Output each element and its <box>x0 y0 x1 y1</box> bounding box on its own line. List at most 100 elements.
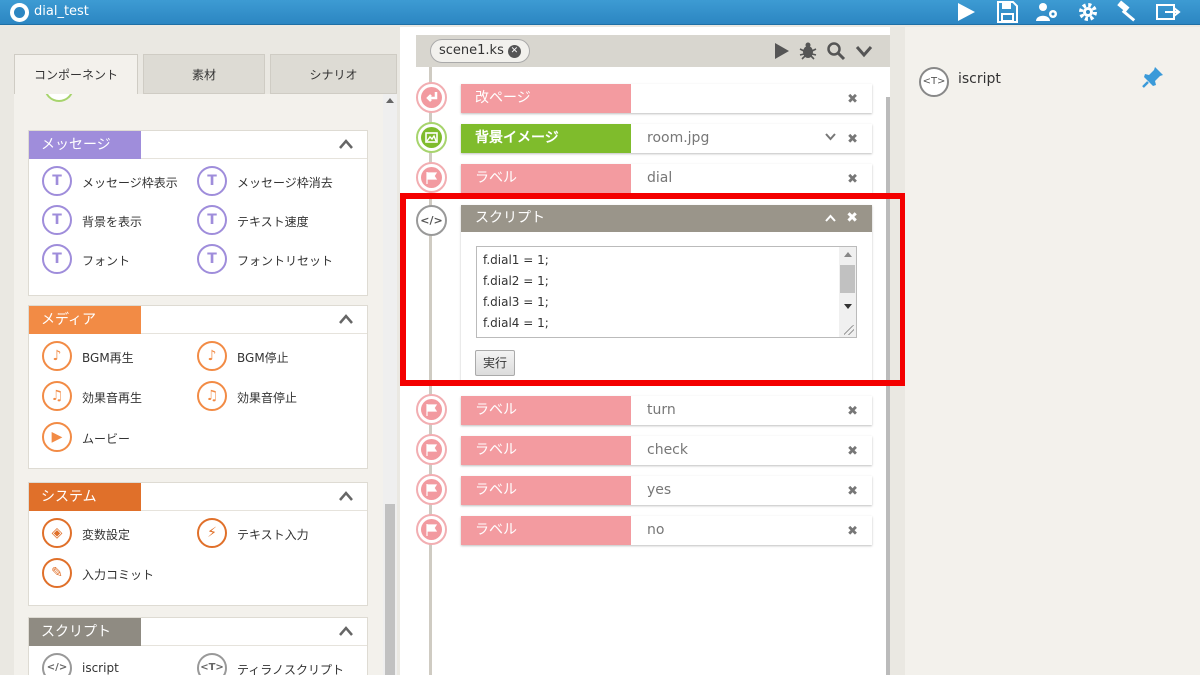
component-message-show[interactable]: T メッセージ枠表示 <box>42 166 192 198</box>
export-icon[interactable] <box>1155 0 1185 25</box>
tag-row-label[interactable]: ラベル no ✖ <box>416 514 872 546</box>
component-variable-set[interactable]: ◈ 変数設定 <box>42 518 192 550</box>
bug-icon[interactable] <box>798 41 818 61</box>
chevron-down-icon[interactable] <box>825 133 836 141</box>
font-icon: T <box>42 244 72 274</box>
tag-value[interactable]: check <box>647 436 688 465</box>
scene-tab[interactable]: scene1.ks ✕ <box>430 39 530 63</box>
component-tyrano-script[interactable]: <T> ティラノスクリプト <box>197 653 357 675</box>
tag-card: ラベル no ✖ <box>461 516 872 545</box>
search-icon[interactable] <box>826 41 846 61</box>
tag-row-label[interactable]: ラベル check ✖ <box>416 434 872 466</box>
left-tabs: コンポーネント 素材 シナリオ <box>14 54 397 94</box>
label-flag-node <box>416 474 447 505</box>
label-flag-node <box>416 434 447 465</box>
component-input-commit[interactable]: ✎ 入力コミット <box>42 558 192 590</box>
play-icon[interactable] <box>772 41 792 61</box>
tag-value[interactable]: dial <box>647 164 672 193</box>
scene-toolbar: scene1.ks ✕ <box>416 35 890 67</box>
left-scrollbar[interactable] <box>383 94 397 675</box>
component-iscript[interactable]: </> iscript <box>42 653 192 675</box>
tag-icon: <T> <box>197 653 227 675</box>
variable-set-icon: ◈ <box>42 518 72 548</box>
delete-icon[interactable]: ✖ <box>847 484 858 499</box>
tag-value[interactable]: turn <box>647 396 676 425</box>
category-system: システム ◈ 変数設定 ⚡ テキスト入力 ✎ 入力コミット <box>28 482 368 606</box>
category-header[interactable]: スクリプト <box>29 618 367 646</box>
tag-title: ラベル <box>461 476 631 505</box>
users-icon[interactable] <box>1034 0 1064 25</box>
component-se-play[interactable]: ♫ 効果音再生 <box>42 381 192 413</box>
tag-card: ラベル dial ✖ <box>461 164 872 193</box>
delete-icon[interactable]: ✖ <box>847 132 858 147</box>
tag-value[interactable]: no <box>647 516 664 545</box>
category-message: メッセージ T メッセージ枠表示 T メッセージ枠消去 T 背景を表示 T テキ… <box>28 130 368 296</box>
delete-icon[interactable]: ✖ <box>847 444 858 459</box>
tag-row-label[interactable]: ラベル dial ✖ <box>416 162 872 194</box>
tag-row-label[interactable]: ラベル yes ✖ <box>416 474 872 506</box>
category-title: システム <box>29 483 141 511</box>
category-header[interactable]: システム <box>29 483 367 511</box>
save-icon[interactable] <box>994 0 1024 25</box>
hammer-icon[interactable] <box>1114 0 1144 25</box>
component-bgm-stop[interactable]: ♪ BGM停止 <box>197 341 357 373</box>
tag-row-background[interactable]: 背景イメージ room.jpg ✖ <box>416 122 872 154</box>
tag-card: ラベル check ✖ <box>461 436 872 465</box>
se-play-icon: ♫ <box>42 381 72 411</box>
tab-materials[interactable]: 素材 <box>143 54 265 94</box>
scroll-up-icon[interactable] <box>386 98 394 103</box>
scroll-thumb[interactable] <box>385 504 395 675</box>
tag-row-label[interactable]: ラベル turn ✖ <box>416 394 872 426</box>
component-text-speed[interactable]: T テキスト速度 <box>197 205 357 237</box>
play-icon[interactable] <box>953 0 983 25</box>
category-title: メッセージ <box>29 131 141 159</box>
tab-scenario[interactable]: シナリオ <box>270 54 397 94</box>
chevron-up-icon[interactable] <box>339 139 353 149</box>
gear-icon[interactable] <box>1075 0 1105 25</box>
selected-component-label: iscript <box>958 71 1001 87</box>
category-header[interactable]: メディア <box>29 306 367 334</box>
tag-row-page-break[interactable]: 改ページ ✖ <box>416 82 872 114</box>
tag-icon: <T> <box>919 67 949 97</box>
component-text-input[interactable]: ⚡ テキスト入力 <box>197 518 357 550</box>
center-scrollbar[interactable] <box>886 97 890 675</box>
tab-components[interactable]: コンポーネント <box>14 54 138 94</box>
tag-title: 背景イメージ <box>461 124 631 153</box>
delete-icon[interactable]: ✖ <box>847 404 858 419</box>
component-show-background[interactable]: T 背景を表示 <box>42 205 192 237</box>
tag-title: ラベル <box>461 164 631 193</box>
delete-icon[interactable]: ✖ <box>847 92 858 107</box>
component-panel: コンポーネント 素材 シナリオ メッセージ T メッセージ枠表示 T メッセージ… <box>14 54 397 675</box>
se-stop-icon: ♫ <box>197 381 227 411</box>
tag-value[interactable]: room.jpg <box>647 124 709 153</box>
delete-icon[interactable]: ✖ <box>847 172 858 187</box>
highlight-annotation <box>400 193 906 386</box>
category-script: スクリプト </> iscript <T> ティラノスクリプト <box>28 617 368 675</box>
partial-component-icon <box>44 94 74 102</box>
code-icon: </> <box>42 653 72 675</box>
component-list: メッセージ T メッセージ枠表示 T メッセージ枠消去 T 背景を表示 T テキ… <box>14 94 397 675</box>
tag-value[interactable]: yes <box>647 476 671 505</box>
component-movie[interactable]: ▶ ムービー <box>42 422 192 454</box>
pin-icon[interactable] <box>1141 65 1165 89</box>
label-flag-node <box>416 162 447 193</box>
input-commit-icon: ✎ <box>42 558 72 588</box>
chevron-down-icon[interactable] <box>854 41 874 61</box>
tag-title: 改ページ <box>461 84 631 113</box>
close-icon[interactable]: ✕ <box>507 45 521 58</box>
chevron-up-icon[interactable] <box>339 314 353 324</box>
chevron-up-icon[interactable] <box>339 491 353 501</box>
component-font[interactable]: T フォント <box>42 244 192 276</box>
property-panel: <T> iscript <box>905 27 1200 675</box>
component-se-stop[interactable]: ♫ 効果音停止 <box>197 381 357 413</box>
component-font-reset[interactable]: T フォントリセット <box>197 244 357 276</box>
text-speed-icon: T <box>197 205 227 235</box>
chevron-up-icon[interactable] <box>339 626 353 636</box>
category-header[interactable]: メッセージ <box>29 131 367 159</box>
component-message-hide[interactable]: T メッセージ枠消去 <box>197 166 357 198</box>
delete-icon[interactable]: ✖ <box>847 524 858 539</box>
title-bar: dial_test <box>0 0 1200 25</box>
tag-title: ラベル <box>461 396 631 425</box>
component-bgm-play[interactable]: ♪ BGM再生 <box>42 341 192 373</box>
app-logo-icon <box>10 3 29 22</box>
